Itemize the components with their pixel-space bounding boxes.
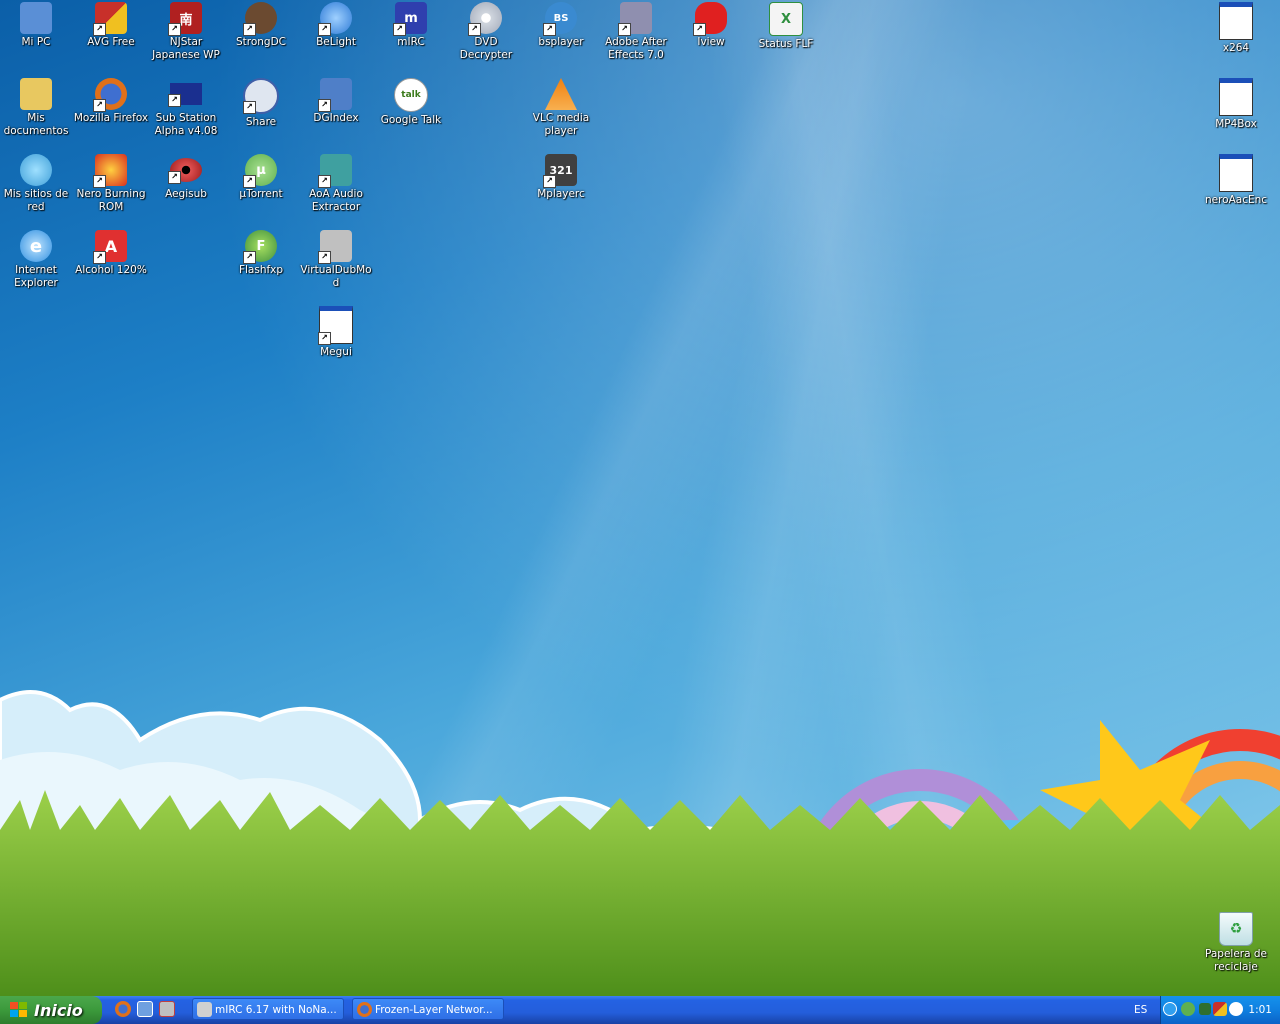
desktop-icon-x264[interactable]: x264 (1198, 2, 1274, 55)
window-icon (1219, 154, 1253, 192)
tray-utorrent-icon[interactable] (1181, 1002, 1195, 1016)
desktop-icon-avg-free[interactable]: ↗ AVG Free (73, 2, 149, 49)
desktop-icon-firefox[interactable]: ↗ Mozilla Firefox (73, 78, 149, 125)
after-effects-icon: ↗ (618, 2, 652, 36)
desktop-icon-nero[interactable]: ↗ Nero Burning ROM (73, 154, 149, 214)
desktop-icon-mis-documentos[interactable]: Mis documentos (0, 78, 74, 138)
nero-icon: ↗ (93, 154, 127, 188)
aoa-icon: ↗ (318, 154, 352, 188)
dvd-icon: ↗ (468, 2, 502, 36)
tray-avg-icon[interactable] (1213, 1002, 1227, 1016)
start-button[interactable]: Inicio (0, 996, 102, 1024)
desktop-icon-mplayerc[interactable]: 321 ↗ Mplayerc (523, 154, 599, 201)
njstar-icon: 南 ↗ (168, 2, 202, 36)
desktop-icon-after-effects[interactable]: ↗ Adobe After Effects 7.0 (598, 2, 674, 62)
tray-expand-icon[interactable] (1163, 1002, 1177, 1016)
irfanview-icon: ↗ (693, 2, 727, 36)
mirc-icon: m ↗ (393, 2, 427, 36)
desktop-icon-aegisub[interactable]: ↗ Aegisub (148, 154, 224, 201)
ie-icon: e (20, 230, 52, 262)
window-icon: ↗ (318, 306, 353, 345)
desktop-icon-utorrent[interactable]: µ ↗ µTorrent (223, 154, 299, 201)
flashfxp-icon: F ↗ (243, 230, 277, 264)
network-places-icon (20, 154, 52, 186)
desktop-icon-mp4box[interactable]: MP4Box (1198, 78, 1274, 131)
bsplayer-icon: BS ↗ (543, 2, 577, 36)
window-icon (1219, 78, 1253, 116)
desktop-icon-belight[interactable]: ↗ BeLight (298, 2, 374, 49)
start-label: Inicio (34, 1000, 83, 1020)
desktop-icon-mis-sitios-de-red[interactable]: Mis sitios de red (0, 154, 74, 214)
desktop-icon-dvd-decrypter[interactable]: ↗ DVD Decrypter (448, 2, 524, 62)
desktop-icon-strongdc[interactable]: ↗ StrongDC (223, 2, 299, 49)
taskbar-button-firefox[interactable]: Frozen-Layer Networ... (352, 998, 504, 1020)
virtualdub-icon: ↗ (318, 230, 352, 264)
recycle-bin-icon: ♻ (1219, 912, 1253, 946)
gtalk-icon: talk (394, 78, 428, 112)
share-icon: ↗ (243, 78, 279, 114)
language-indicator[interactable]: ES (1134, 996, 1147, 1024)
desktop-icon-status-flf[interactable]: X Status FLF (748, 2, 824, 51)
taskbar-button-mirc[interactable]: mIRC 6.17 with NoNa... (192, 998, 344, 1020)
vlc-cone-icon (545, 78, 577, 110)
quick-launch-show-desktop-icon[interactable] (137, 1001, 153, 1017)
desktop-icon-njstar[interactable]: 南 ↗ NJStar Japanese WP (148, 2, 224, 62)
desktop-icon-alcohol-120[interactable]: A ↗ Alcohol 120% (73, 230, 149, 277)
tray-msn-icon[interactable] (1199, 1003, 1211, 1015)
wallpaper-clouds-grass (0, 690, 1280, 996)
desktop-icon-mi-pc[interactable]: Mi PC (0, 2, 74, 49)
quick-launch-firefox-icon[interactable] (115, 1001, 131, 1017)
taskbar: Inicio mIRC 6.17 with NoNa... Frozen-Lay… (0, 996, 1280, 1024)
aegisub-eye-icon: ↗ (168, 158, 202, 184)
my-computer-icon (20, 2, 52, 34)
desktop-icon-mirc[interactable]: m ↗ mIRC (373, 2, 449, 49)
mirc-icon (197, 1002, 212, 1017)
quick-launch-virtualdub-icon[interactable] (159, 1001, 175, 1017)
desktop-icon-megui[interactable]: ↗ Megui (298, 306, 374, 359)
dgindex-icon: ↗ (318, 78, 352, 112)
desktop: Mi PC ↗ AVG Free 南 ↗ NJStar Japanese WP ↗… (0, 0, 1280, 996)
mplayerc-icon: 321 ↗ (543, 154, 577, 188)
window-icon (1219, 2, 1253, 40)
desktop-icon-virtualdubmod[interactable]: ↗ VirtualDubMod (298, 230, 374, 290)
desktop-icon-dgindex[interactable]: ↗ DGIndex (298, 78, 374, 125)
desktop-icon-recycle-bin[interactable]: ♻ Papelera de reciclaje (1198, 912, 1274, 974)
firefox-icon (357, 1002, 372, 1017)
clock[interactable]: 1:01 (1248, 996, 1272, 1024)
avg-icon: ↗ (93, 2, 127, 36)
desktop-icon-neroaacenc[interactable]: neroAacEnc (1198, 154, 1274, 207)
desktop-icon-google-talk[interactable]: talk Google Talk (373, 78, 449, 127)
ssa-flag-icon: ↗ (168, 83, 202, 107)
desktop-icon-bsplayer[interactable]: BS ↗ bsplayer (523, 2, 599, 49)
desktop-icon-flashfxp[interactable]: F ↗ Flashfxp (223, 230, 299, 277)
desktop-icon-iview[interactable]: ↗ Iview (673, 2, 749, 49)
firefox-icon: ↗ (93, 78, 127, 112)
windows-logo-icon (10, 1002, 28, 1018)
desktop-icon-vlc[interactable]: VLC media player (523, 78, 599, 138)
desktop-icon-aoa-audio-extractor[interactable]: ↗ AoA Audio Extractor (298, 154, 374, 214)
strongdc-icon: ↗ (243, 2, 277, 36)
desktop-icon-sub-station-alpha[interactable]: ↗ Sub Station Alpha v4.08 (148, 78, 224, 138)
desktop-icon-internet-explorer[interactable]: e Internet Explorer (0, 230, 74, 290)
belight-icon: ↗ (318, 2, 352, 36)
alcohol-icon: A ↗ (93, 230, 127, 264)
excel-icon: X (769, 2, 803, 36)
documents-folder-icon (20, 78, 52, 110)
desktop-icon-share[interactable]: ↗ Share (223, 78, 299, 129)
tray-gtalk-icon[interactable] (1229, 1002, 1243, 1016)
utorrent-icon: µ ↗ (243, 154, 277, 188)
